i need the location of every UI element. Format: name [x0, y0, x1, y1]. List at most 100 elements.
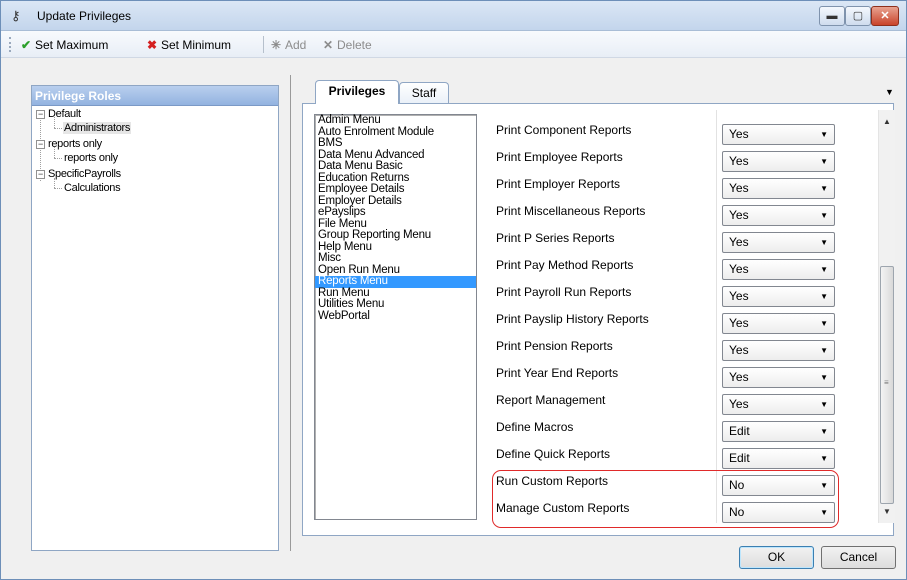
privilege-value: Yes — [729, 316, 749, 330]
set-minimum-label: Set Minimum — [161, 38, 232, 52]
privilege-label: Define Quick Reports — [496, 447, 611, 461]
grid-scrollbar[interactable]: ▲ ≡ ▼ — [878, 110, 895, 523]
list-item[interactable]: Group Reporting Menu — [315, 229, 476, 242]
privilege-label: Print Year End Reports — [496, 366, 619, 380]
privilege-label: Print Miscellaneous Reports — [496, 204, 646, 218]
privilege-value: Yes — [729, 154, 749, 168]
grip-icon: ≡ — [884, 378, 889, 387]
privilege-select[interactable]: Yes ▼ — [722, 259, 835, 280]
add-button[interactable]: ✳ Add — [267, 36, 306, 54]
privilege-value: Yes — [729, 208, 749, 222]
privilege-select[interactable]: Yes ▼ — [722, 232, 835, 253]
chevron-down-icon: ▼ — [820, 319, 828, 328]
privilege-label: Print Payroll Run Reports — [496, 285, 632, 299]
privilege-select[interactable]: Yes ▼ — [722, 313, 835, 334]
privilege-row: Print Pension Reports Yes ▼ — [487, 333, 878, 361]
tree-node-specificpayrolls[interactable]: SpecificPayrolls — [48, 167, 121, 182]
privilege-value: Yes — [729, 127, 749, 141]
tree-guide — [54, 188, 62, 189]
tab-dropdown-icon[interactable]: ▼ — [885, 87, 894, 97]
set-minimum-button[interactable]: ✖ Set Minimum — [143, 36, 231, 54]
set-maximum-button[interactable]: ✔ Set Maximum — [17, 36, 108, 54]
privilege-select[interactable]: Yes ▼ — [722, 394, 835, 415]
list-item-selected[interactable]: Reports Menu — [315, 275, 476, 288]
update-privileges-window: ⚷ Update Privileges ▬ ▢ ✕ ✔ Set Maximum ✖… — [0, 0, 907, 580]
chevron-down-icon: ▼ — [820, 454, 828, 463]
chevron-down-icon: ▼ — [820, 400, 828, 409]
collapse-icon[interactable]: − — [36, 140, 45, 149]
delete-icon: ✕ — [322, 38, 334, 52]
list-item[interactable]: WebPortal — [315, 310, 476, 323]
red-cross-icon: ✖ — [146, 38, 158, 52]
privilege-row: Print Component Reports Yes ▼ — [487, 117, 878, 145]
privilege-grid: Print Component Reports Yes ▼ Print Emplo… — [487, 110, 878, 523]
privilege-select[interactable]: Yes ▼ — [722, 205, 835, 226]
list-item[interactable]: Data Menu Basic — [315, 160, 476, 173]
list-item[interactable]: Misc — [315, 252, 476, 265]
chevron-down-icon: ▼ — [820, 130, 828, 139]
privilege-row: Print Employer Reports Yes ▼ — [487, 171, 878, 199]
privilege-select[interactable]: Edit ▼ — [722, 448, 835, 469]
chevron-down-icon: ▼ — [820, 157, 828, 166]
tree-node-reports-only-child[interactable]: reports only — [64, 151, 118, 166]
list-item[interactable]: Employee Details — [315, 183, 476, 196]
privilege-label: Print Component Reports — [496, 123, 632, 137]
scrollbar-thumb[interactable]: ≡ — [880, 266, 894, 504]
panel-splitter[interactable] — [290, 75, 292, 551]
set-maximum-label: Set Maximum — [35, 38, 109, 52]
privilege-label: Print Employer Reports — [496, 177, 621, 191]
delete-label: Delete — [337, 38, 372, 52]
delete-button[interactable]: ✕ Delete — [319, 36, 372, 54]
privilege-select[interactable]: Yes ▼ — [722, 367, 835, 388]
privilege-label: Print Pay Method Reports — [496, 258, 634, 272]
tree-node-default[interactable]: Default — [48, 107, 81, 122]
list-item[interactable]: BMS — [315, 137, 476, 150]
ok-button[interactable]: OK — [739, 546, 814, 569]
title-bar[interactable]: ⚷ Update Privileges ▬ ▢ ✕ — [1, 1, 906, 31]
cancel-button[interactable]: Cancel — [821, 546, 896, 569]
scroll-down-icon[interactable]: ▼ — [879, 504, 895, 520]
chevron-down-icon: ▼ — [820, 427, 828, 436]
list-item[interactable]: ePayslips — [315, 206, 476, 219]
tree-node-reports-only[interactable]: reports only — [48, 137, 102, 152]
tree-node-administrators[interactable]: Administrators — [63, 121, 132, 136]
collapse-icon[interactable]: − — [36, 170, 45, 179]
scroll-up-icon[interactable]: ▲ — [879, 114, 895, 130]
privilege-row: Print Employee Reports Yes ▼ — [487, 144, 878, 172]
toolbar-grip[interactable] — [9, 37, 12, 52]
privilege-value: Edit — [729, 451, 750, 465]
privilege-select[interactable]: Yes ▼ — [722, 340, 835, 361]
privilege-select[interactable]: Edit ▼ — [722, 421, 835, 442]
privilege-label: Report Management — [496, 393, 606, 407]
privilege-select[interactable]: Yes ▼ — [722, 178, 835, 199]
privilege-row: Print Payslip History Reports Yes ▼ — [487, 306, 878, 334]
privilege-value: Yes — [729, 343, 749, 357]
chevron-down-icon: ▼ — [820, 211, 828, 220]
tree-node-calculations[interactable]: Calculations — [64, 181, 121, 196]
privilege-value: Yes — [729, 181, 749, 195]
privilege-roles-panel: Privilege Roles − Default Administrators… — [31, 85, 279, 551]
collapse-icon[interactable]: − — [36, 110, 45, 119]
privilege-select[interactable]: Yes ▼ — [722, 124, 835, 145]
privilege-row: Report Management Yes ▼ — [487, 387, 878, 415]
maximize-button[interactable]: ▢ — [845, 6, 871, 26]
add-label: Add — [285, 38, 307, 52]
privilege-row: Print Miscellaneous Reports Yes ▼ — [487, 198, 878, 226]
tab-staff[interactable]: Staff — [399, 82, 449, 104]
menu-list[interactable]: Admin Menu Auto Enrolment Module BMS Dat… — [314, 114, 477, 520]
privilege-select[interactable]: Yes ▼ — [722, 286, 835, 307]
privilege-select[interactable]: Yes ▼ — [722, 151, 835, 172]
close-button[interactable]: ✕ — [871, 6, 899, 26]
tree-guide — [54, 158, 62, 159]
minimize-button[interactable]: ▬ — [819, 6, 845, 26]
chevron-down-icon: ▼ — [820, 346, 828, 355]
custom-reports-highlight — [492, 470, 839, 528]
chevron-down-icon: ▼ — [820, 292, 828, 301]
list-item[interactable]: Utilities Menu — [315, 298, 476, 311]
tab-privileges[interactable]: Privileges — [315, 80, 399, 104]
privilege-value: Edit — [729, 424, 750, 438]
privilege-row: Print Year End Reports Yes ▼ — [487, 360, 878, 388]
privilege-row: Define Macros Edit ▼ — [487, 414, 878, 442]
privilege-row: Print Payroll Run Reports Yes ▼ — [487, 279, 878, 307]
list-item[interactable]: Admin Menu — [315, 114, 476, 127]
